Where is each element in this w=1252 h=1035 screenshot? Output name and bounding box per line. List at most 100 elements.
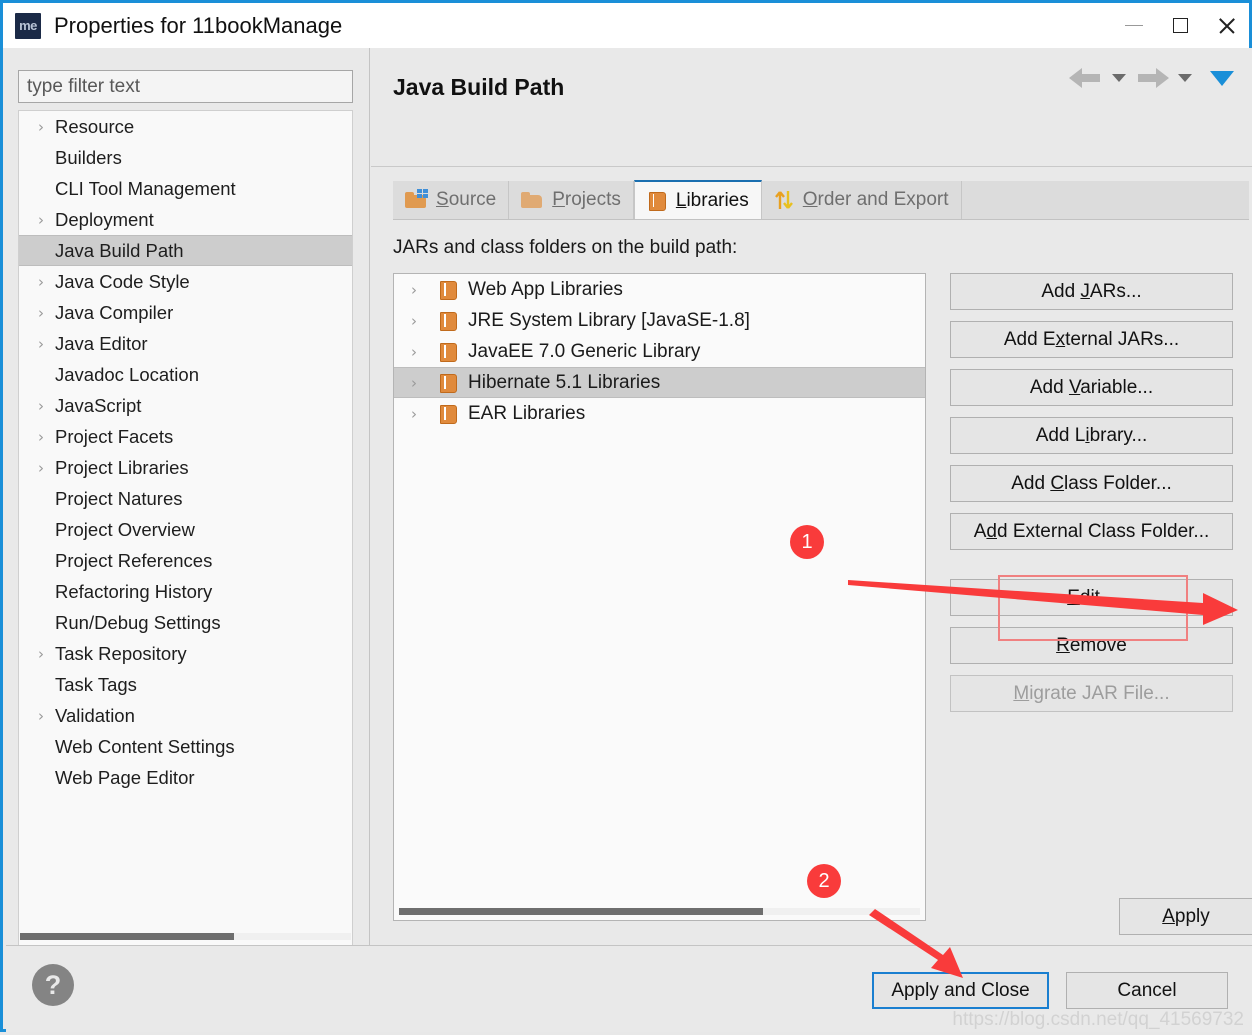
- sidebar-item-java-editor[interactable]: › Java Editor: [19, 328, 352, 359]
- minimize-button[interactable]: [1111, 3, 1157, 48]
- cancel-button[interactable]: Cancel: [1066, 972, 1228, 1009]
- chevron-right-icon[interactable]: ›: [38, 459, 55, 477]
- button-label: Add Class Folder...: [1011, 472, 1172, 494]
- chevron-right-icon[interactable]: ›: [38, 335, 55, 353]
- watermark: https://blog.csdn.net/qq_41569732: [952, 1009, 1244, 1030]
- sidebar-hscrollbar[interactable]: [20, 933, 351, 940]
- apply-button[interactable]: Apply: [1119, 898, 1252, 935]
- apply-and-close-button[interactable]: Apply and Close: [872, 972, 1049, 1009]
- title-bar: me Properties for 11bookManage: [3, 3, 1249, 48]
- button-label: Apply: [1162, 905, 1210, 927]
- sidebar-item-label: Web Content Settings: [55, 735, 235, 757]
- blue-dropdown-icon[interactable]: [1210, 70, 1234, 86]
- settings-tree[interactable]: ›Resource›Builders›CLI Tool Management›D…: [18, 110, 353, 963]
- sidebar-item-task-tags[interactable]: ›Task Tags: [19, 669, 352, 700]
- sidebar-item-label: CLI Tool Management: [55, 177, 236, 199]
- tab-label: Order and Export: [802, 189, 949, 210]
- library-list-item[interactable]: › Hibernate 5.1 Libraries: [394, 367, 925, 398]
- forward-dropdown-caret-icon[interactable]: [1178, 74, 1192, 82]
- sidebar-item-project-references[interactable]: ›Project References: [19, 545, 352, 576]
- sidebar-item-java-code-style[interactable]: › Java Code Style: [19, 266, 352, 297]
- chevron-right-icon[interactable]: ›: [38, 273, 55, 291]
- sidebar-item-label: Web Page Editor: [55, 766, 195, 788]
- dialog-footer: ? Apply and Close Cancel https://blog.cs…: [6, 945, 1252, 1032]
- help-icon[interactable]: ?: [32, 964, 74, 1006]
- sidebar-item-label: Project Libraries: [55, 456, 189, 478]
- add-external-class-folder-button[interactable]: Add External Class Folder...: [950, 513, 1233, 550]
- chevron-right-icon[interactable]: ›: [38, 428, 55, 446]
- sidebar-hscrollbar-thumb[interactable]: [20, 933, 234, 940]
- chevron-right-icon[interactable]: ›: [38, 304, 55, 322]
- button-label: Add JARs...: [1041, 280, 1142, 302]
- sidebar-item-label: Project Facets: [55, 425, 174, 447]
- sidebar-item-web-content-settings[interactable]: ›Web Content Settings: [19, 731, 352, 762]
- sidebar-item-java-compiler[interactable]: › Java Compiler: [19, 297, 352, 328]
- chevron-right-icon[interactable]: ›: [38, 645, 55, 663]
- sidebar-item-project-natures[interactable]: ›Project Natures: [19, 483, 352, 514]
- sidebar-item-run-debug-settings[interactable]: ›Run/Debug Settings: [19, 607, 352, 638]
- sidebar-item-javascript[interactable]: › JavaScript: [19, 390, 352, 421]
- chevron-right-icon[interactable]: ›: [38, 211, 55, 229]
- chevron-right-icon[interactable]: ›: [411, 374, 428, 392]
- sidebar-item-label: Java Compiler: [55, 301, 174, 323]
- sidebar-item-label: Run/Debug Settings: [55, 611, 221, 633]
- sidebar-item-cli-tool-management[interactable]: ›CLI Tool Management: [19, 173, 352, 204]
- maximize-button[interactable]: [1157, 3, 1203, 48]
- back-arrow-icon[interactable]: [1066, 62, 1106, 94]
- button-label: Add External Class Folder...: [973, 520, 1210, 542]
- sidebar-item-label: Refactoring History: [55, 580, 213, 602]
- chevron-right-icon[interactable]: ›: [38, 397, 55, 415]
- button-label: Add Library...: [1035, 424, 1148, 446]
- tree-spacer: ›: [38, 552, 55, 570]
- add-jars-button[interactable]: Add JARs...: [950, 273, 1233, 310]
- chevron-right-icon[interactable]: ›: [411, 343, 428, 361]
- sidebar-item-project-facets[interactable]: › Project Facets: [19, 421, 352, 452]
- sidebar-item-task-repository[interactable]: › Task Repository: [19, 638, 352, 669]
- library-label: Web App Libraries: [468, 278, 623, 300]
- sidebar-item-builders[interactable]: ›Builders: [19, 142, 352, 173]
- sidebar-item-web-page-editor[interactable]: ›Web Page Editor: [19, 762, 352, 793]
- sidebar-item-project-libraries[interactable]: › Project Libraries: [19, 452, 352, 483]
- library-list-item[interactable]: › JRE System Library [JavaSE-1.8]: [394, 305, 925, 336]
- close-button[interactable]: [1203, 3, 1249, 48]
- settings-sidebar: type filter text ›Resource›Builders›CLI …: [6, 48, 369, 963]
- chevron-right-icon[interactable]: ›: [411, 312, 428, 330]
- sidebar-item-label: Task Repository: [55, 642, 187, 664]
- library-list-item[interactable]: › Web App Libraries: [394, 274, 925, 305]
- add-external-jars-button[interactable]: Add External JARs...: [950, 321, 1233, 358]
- sidebar-item-resource[interactable]: › Resource: [19, 111, 352, 142]
- sidebar-item-label: Task Tags: [55, 673, 137, 695]
- libraries-list[interactable]: › Web App Libraries › JRE System Library [J…: [393, 273, 926, 921]
- library-list-item[interactable]: › EAR Libraries: [394, 398, 925, 429]
- forward-arrow-icon[interactable]: [1132, 62, 1172, 94]
- add-variable-button[interactable]: Add Variable...: [950, 369, 1233, 406]
- chevron-right-icon[interactable]: ›: [38, 707, 55, 725]
- chevron-right-icon[interactable]: ›: [411, 405, 428, 423]
- tree-spacer: ›: [38, 366, 55, 384]
- tree-spacer: ›: [38, 676, 55, 694]
- add-class-folder-button[interactable]: Add Class Folder...: [950, 465, 1233, 502]
- tab-libraries[interactable]: Libraries: [633, 180, 762, 219]
- remove-button-highlight: [998, 575, 1188, 641]
- sidebar-item-refactoring-history[interactable]: ›Refactoring History: [19, 576, 352, 607]
- libraries-hscrollbar[interactable]: [399, 908, 920, 915]
- libraries-hscrollbar-thumb[interactable]: [399, 908, 763, 915]
- chevron-right-icon[interactable]: ›: [411, 281, 428, 299]
- tab-order-and-export[interactable]: Order and Export: [762, 181, 962, 219]
- sidebar-item-javadoc-location[interactable]: ›Javadoc Location: [19, 359, 352, 390]
- sidebar-item-label: Resource: [55, 115, 135, 137]
- migrate-jar-file-button: Migrate JAR File...: [950, 675, 1233, 712]
- annotation-badge-1: 1: [790, 525, 824, 559]
- chevron-right-icon[interactable]: ›: [38, 118, 55, 136]
- sidebar-item-validation[interactable]: › Validation: [19, 700, 352, 731]
- sidebar-item-deployment[interactable]: › Deployment: [19, 204, 352, 235]
- library-list-item[interactable]: › JavaEE 7.0 Generic Library: [394, 336, 925, 367]
- filter-input-wrapper[interactable]: type filter text: [18, 70, 353, 103]
- back-dropdown-caret-icon[interactable]: [1112, 74, 1126, 82]
- add-library-button[interactable]: Add Library...: [950, 417, 1233, 454]
- tab-source[interactable]: Source: [393, 181, 510, 219]
- tab-projects[interactable]: Projects: [509, 181, 634, 219]
- tree-spacer: ›: [38, 769, 55, 787]
- sidebar-item-java-build-path[interactable]: ›Java Build Path: [19, 235, 352, 266]
- sidebar-item-project-overview[interactable]: ›Project Overview: [19, 514, 352, 545]
